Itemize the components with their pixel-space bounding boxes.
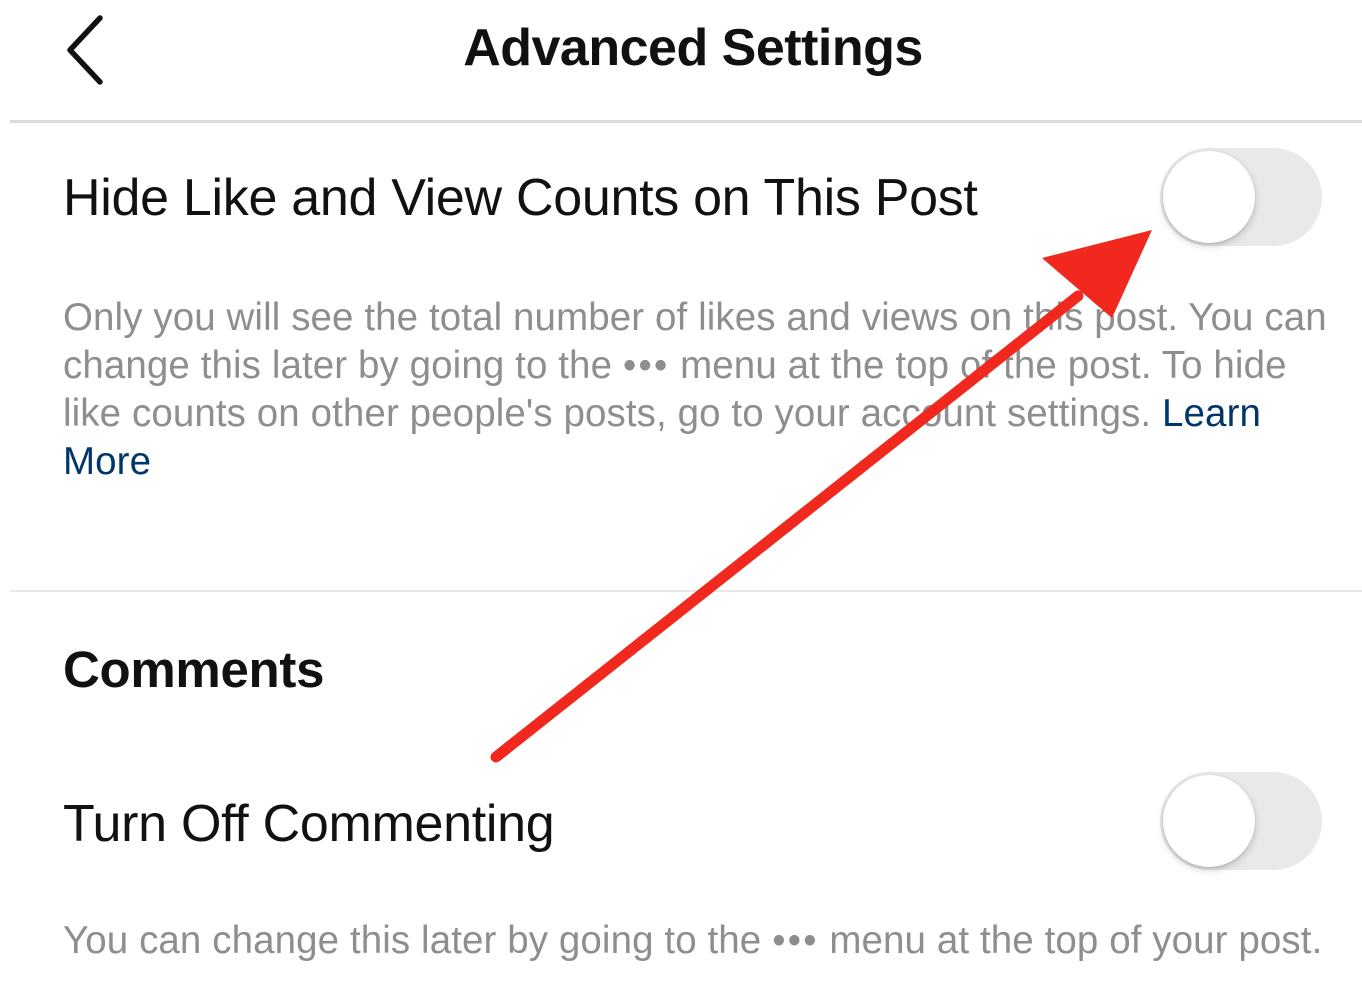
commenting-description: You can change this later by going to th… <box>63 917 1333 965</box>
header-bar: Advanced Settings <box>0 0 1362 120</box>
section-divider <box>10 590 1362 592</box>
more-menu-icon: ••• <box>622 344 670 387</box>
turn-off-commenting-label: Turn Off Commenting <box>63 795 555 853</box>
hide-counts-label: Hide Like and View Counts on This Post <box>63 169 978 227</box>
annotation-arrow <box>490 230 1152 763</box>
more-menu-icon: ••• <box>772 919 819 962</box>
description-text: You can change this later by going to th… <box>63 919 773 962</box>
description-text: menu at the top of your post. <box>818 919 1323 962</box>
page-title: Advanced Settings <box>463 19 923 77</box>
hide-counts-description: Only you will see the total number of li… <box>63 294 1333 486</box>
toggle-knob <box>1163 151 1255 243</box>
toggle-knob <box>1163 775 1255 867</box>
comments-heading: Comments <box>63 641 325 698</box>
header-divider <box>10 120 1362 123</box>
hide-counts-toggle[interactable] <box>1160 148 1322 246</box>
turn-off-commenting-toggle[interactable] <box>1160 772 1322 870</box>
